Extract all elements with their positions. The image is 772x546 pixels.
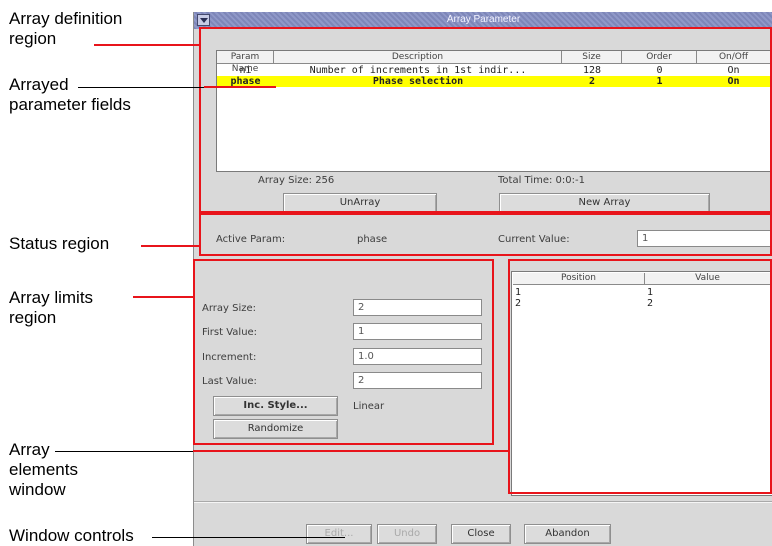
leader-arrayed-parameter-red [204, 86, 276, 88]
annotation-status-region: Status region [9, 234, 110, 253]
status-region-box [199, 213, 772, 256]
close-button[interactable]: Close [451, 524, 511, 544]
leader-arrayed-parameter-black [78, 87, 204, 88]
annotation-window-controls: Window controls [9, 526, 134, 545]
annotation-array-limits-region: Array limits region [9, 288, 94, 327]
leader-window-controls [152, 537, 345, 538]
window-title: Array Parameter [446, 14, 521, 25]
annotation-array-definition-region: Array definition region [9, 9, 123, 48]
undo-button[interactable]: Undo [377, 524, 437, 544]
annotation-array-elements-window: Array elements window [9, 440, 78, 499]
controls-separator-highlight [194, 502, 772, 503]
array-limits-region-box [193, 259, 494, 445]
array-elements-window-box [508, 259, 772, 494]
leader-array-elements-red [193, 450, 508, 452]
leader-array-definition [94, 44, 199, 46]
leader-array-limits [133, 296, 193, 298]
leader-status-region [141, 245, 199, 247]
abandon-button[interactable]: Abandon [524, 524, 611, 544]
leader-array-elements-black [55, 451, 193, 452]
edit-button[interactable]: Edit... [306, 524, 372, 544]
array-definition-region-box [199, 27, 772, 213]
annotation-arrayed-parameter-fields: Arrayed parameter fields [9, 75, 131, 114]
